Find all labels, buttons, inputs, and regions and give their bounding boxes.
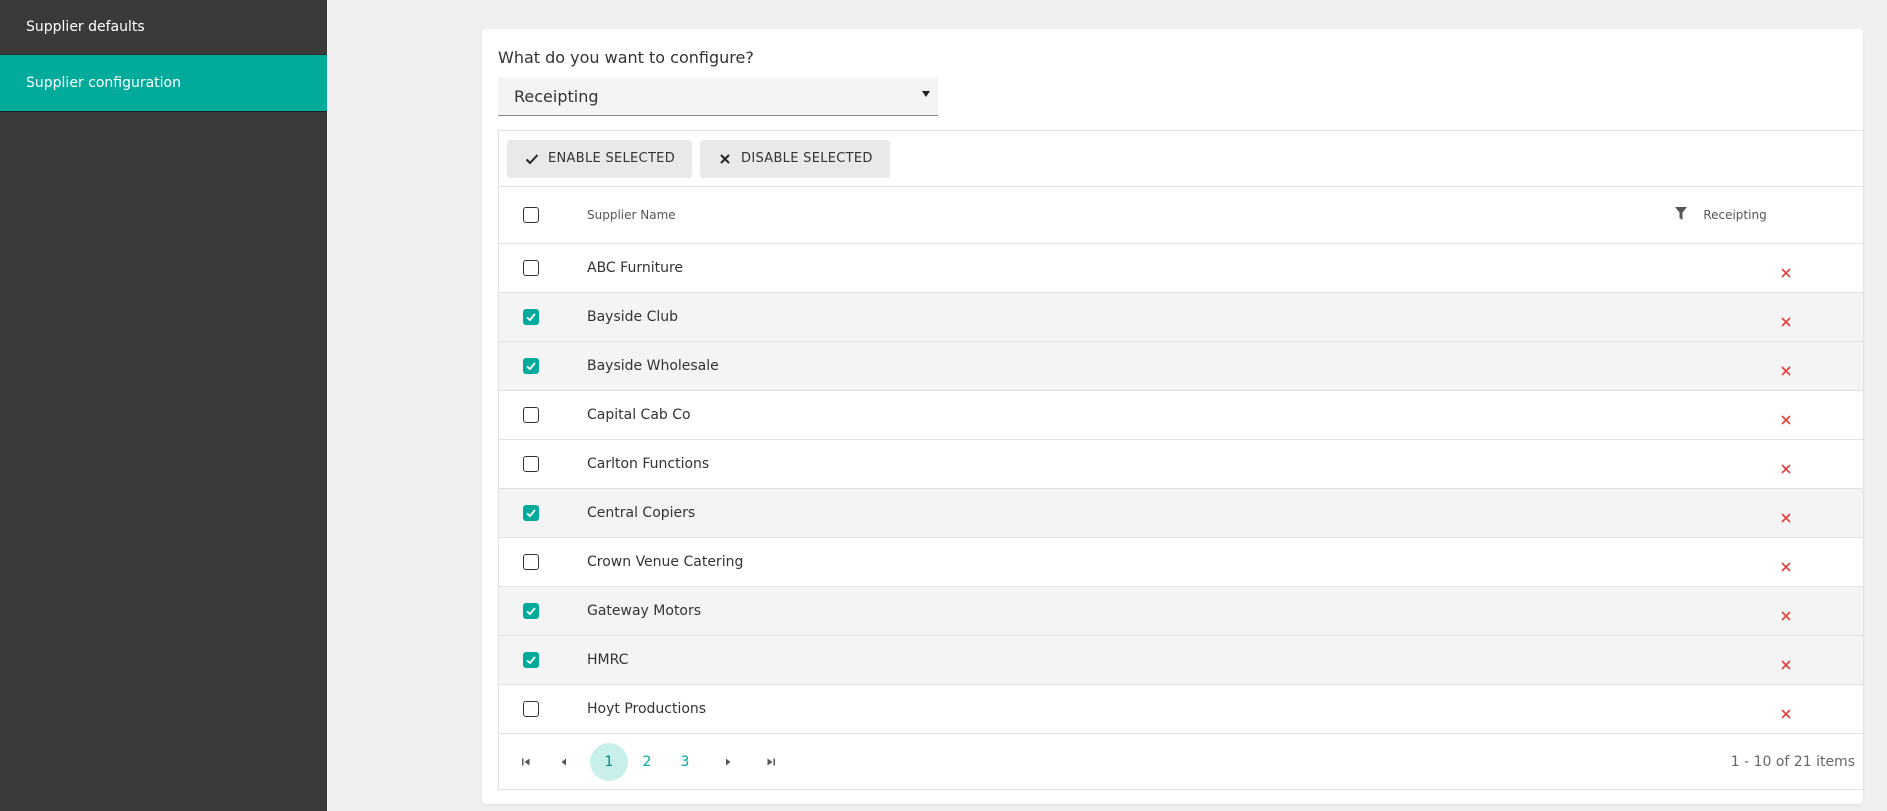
supplier-name: HMRC (587, 652, 629, 668)
table-row[interactable]: Crown Venue Catering (499, 538, 1863, 587)
table-row[interactable]: Central Copiers (499, 489, 1863, 538)
sidebar-item-supplier-defaults[interactable]: Supplier defaults (0, 0, 327, 55)
supplier-name: Hoyt Productions (587, 701, 707, 717)
supplier-name: Crown Venue Catering (587, 554, 744, 570)
row-checkbox[interactable] (523, 603, 539, 619)
column-header-receipting[interactable]: Receipting (1645, 208, 1825, 222)
row-checkbox[interactable] (523, 701, 539, 717)
row-checkbox[interactable] (523, 358, 539, 374)
last-page-icon[interactable] (752, 743, 790, 781)
supplier-name: ABC Furniture (587, 260, 684, 276)
grid-toolbar: ENABLE SELECTED DISABLE SELECTED (499, 131, 1863, 187)
caret-down-icon (922, 91, 930, 97)
supplier-name: Gateway Motors (587, 603, 702, 619)
config-type-dropdown[interactable]: Receipting (498, 78, 938, 116)
receipting-disabled-icon (1781, 459, 1791, 474)
row-checkbox[interactable] (523, 652, 539, 668)
supplier-name: Bayside Club (587, 309, 679, 325)
sidebar: Supplier defaults Supplier configuration (0, 0, 327, 811)
page-button-2[interactable]: 2 (628, 743, 666, 781)
check-icon (526, 313, 536, 322)
table-row[interactable]: Carlton Functions (499, 440, 1863, 489)
check-icon (526, 607, 536, 616)
config-question: What do you want to configure? (498, 48, 754, 67)
row-checkbox[interactable] (523, 456, 539, 472)
receipting-disabled-icon (1781, 557, 1791, 572)
table-row[interactable]: ABC Furniture (499, 244, 1863, 293)
check-icon (526, 509, 536, 518)
check-icon (524, 151, 540, 167)
receipting-disabled-icon (1781, 508, 1791, 523)
pagination: 1 2 3 1 - 10 of 21 items (499, 734, 1863, 790)
column-header-supplier-name[interactable]: Supplier Name (587, 208, 676, 222)
page-button-3[interactable]: 3 (666, 743, 704, 781)
table-row[interactable]: Capital Cab Co (499, 391, 1863, 440)
previous-page-icon[interactable] (545, 743, 583, 781)
supplier-name: Central Copiers (587, 505, 696, 521)
enable-selected-button[interactable]: ENABLE SELECTED (507, 139, 693, 178)
table-row[interactable]: Bayside Club (499, 293, 1863, 342)
select-all-checkbox[interactable] (523, 207, 539, 223)
receipting-disabled-icon (1781, 704, 1791, 719)
next-page-icon[interactable] (709, 743, 747, 781)
enable-selected-label: ENABLE SELECTED (548, 151, 676, 166)
pagination-info: 1 - 10 of 21 items (1730, 754, 1855, 770)
row-checkbox[interactable] (523, 407, 539, 423)
receipting-disabled-icon (1781, 655, 1791, 670)
check-icon (526, 362, 536, 371)
table-row[interactable]: Hoyt Productions (499, 685, 1863, 734)
disable-selected-button[interactable]: DISABLE SELECTED (700, 139, 890, 178)
sidebar-item-label: Supplier configuration (26, 75, 181, 91)
row-checkbox[interactable] (523, 309, 539, 325)
table-header-row: Supplier Name Receipting (499, 187, 1863, 244)
row-checkbox[interactable] (523, 260, 539, 276)
close-icon (717, 151, 733, 167)
dropdown-value: Receipting (514, 87, 599, 106)
config-card: What do you want to configure? Receiptin… (482, 29, 1864, 804)
first-page-icon[interactable] (507, 743, 545, 781)
receipting-disabled-icon (1781, 312, 1791, 327)
table-row[interactable]: Gateway Motors (499, 587, 1863, 636)
page-button-1[interactable]: 1 (590, 743, 628, 781)
supplier-name: Capital Cab Co (587, 407, 691, 423)
row-checkbox[interactable] (523, 554, 539, 570)
table-row[interactable]: HMRC (499, 636, 1863, 685)
receipting-disabled-icon (1781, 606, 1791, 621)
receipting-disabled-icon (1781, 263, 1791, 278)
supplier-name: Bayside Wholesale (587, 358, 719, 374)
receipting-disabled-icon (1781, 361, 1791, 376)
row-checkbox[interactable] (523, 505, 539, 521)
sidebar-item-supplier-configuration[interactable]: Supplier configuration (0, 55, 327, 112)
sidebar-item-label: Supplier defaults (26, 19, 145, 35)
disable-selected-label: DISABLE SELECTED (741, 151, 873, 166)
receipting-disabled-icon (1781, 410, 1791, 425)
check-icon (526, 656, 536, 665)
supplier-name: Carlton Functions (587, 456, 710, 472)
supplier-grid: ENABLE SELECTED DISABLE SELECTED Supplie… (498, 130, 1864, 790)
table-row[interactable]: Bayside Wholesale (499, 342, 1863, 391)
